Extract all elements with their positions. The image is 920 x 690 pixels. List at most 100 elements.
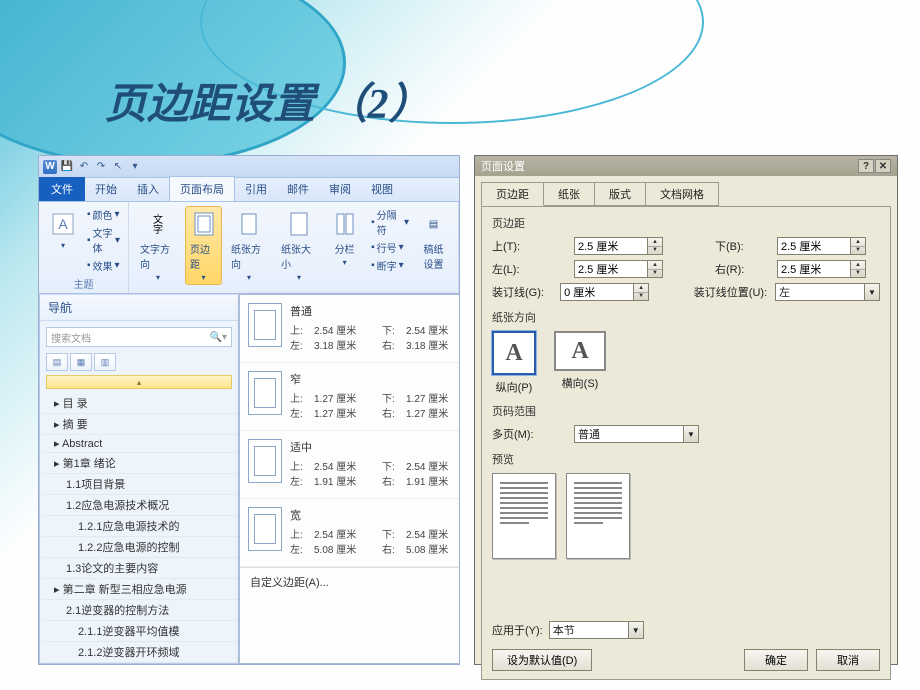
input-gutter[interactable]: ▲▼ — [560, 283, 649, 301]
nav-item[interactable]: 1.1项目背景 — [42, 474, 238, 495]
input-right[interactable]: ▲▼ — [777, 260, 866, 278]
combo-gutter-pos[interactable]: 左▼ — [775, 283, 880, 301]
orientation-button[interactable]: 纸张方向▾ — [226, 206, 272, 285]
nav-item[interactable]: 1.3论文的主要内容 — [42, 558, 238, 579]
svg-text:A: A — [58, 216, 68, 232]
nav-item[interactable]: ▸ 第二章 新型三相应急电源 — [42, 579, 238, 600]
save-icon[interactable]: 💾 — [60, 160, 74, 174]
orientation-icon — [234, 209, 264, 239]
section-margins-label: 页边距 — [492, 215, 880, 231]
section-preview-label: 预览 — [492, 451, 880, 467]
page-settings-button[interactable]: ▤稿纸 设置 — [415, 206, 452, 274]
nav-item[interactable]: ▸ 目 录 — [42, 393, 238, 414]
size-button[interactable]: 纸张大小▾ — [276, 206, 322, 285]
dlgtab-layout[interactable]: 版式 — [594, 182, 646, 206]
margin-thumb-icon — [248, 371, 282, 415]
themes-button[interactable]: A ▾ — [45, 206, 81, 253]
preview-page-1 — [492, 473, 556, 559]
redo-icon[interactable]: ↷ — [94, 160, 108, 174]
orientation-portrait[interactable]: A纵向(P) — [492, 331, 536, 395]
label-gutter-pos: 装订线位置(U): — [694, 284, 769, 300]
theme-fonts[interactable]: ▪ 文字体 ▾ — [85, 224, 122, 256]
word-window: W 💾 ↶ ↷ ↖ ▾ 文件 开始 插入 页面布局 引用 邮件 审阅 视图 A … — [38, 155, 460, 665]
tab-insert[interactable]: 插入 — [127, 177, 169, 201]
dlgtab-grid[interactable]: 文档网格 — [645, 182, 719, 206]
tab-page-layout[interactable]: 页面布局 — [169, 176, 235, 201]
nav-item[interactable]: ▸ 摘 要 — [42, 414, 238, 435]
dlgtab-paper[interactable]: 纸张 — [543, 182, 595, 206]
nav-item[interactable]: 1.2.2应急电源的控制 — [42, 537, 238, 558]
tab-file[interactable]: 文件 — [39, 177, 85, 201]
navigation-pane: 导航 搜索文档🔍▾ ▤▦▥ ▴ ▸ 目 录▸ 摘 要▸ Abstract▸ 第1… — [39, 294, 239, 664]
nav-item[interactable]: 2.1.2逆变器开环频域 — [42, 642, 238, 663]
text-direction-button[interactable]: 文字文字方向▾ — [135, 206, 181, 285]
columns-icon — [330, 209, 360, 239]
nav-view-switch[interactable]: ▤▦▥ — [46, 353, 232, 371]
group-theme-label: 主题 — [45, 274, 122, 291]
label-right: 右(R): — [715, 261, 771, 277]
custom-margins[interactable]: 自定义边距(A)... — [240, 567, 460, 596]
theme-colors[interactable]: ▪ 颜色 ▾ — [85, 206, 122, 223]
nav-tree: ▸ 目 录▸ 摘 要▸ Abstract▸ 第1章 绪论1.1项目背景1.2应急… — [42, 393, 238, 663]
label-left: 左(L): — [492, 261, 568, 277]
nav-item[interactable]: 1.2.1应急电源技术的 — [42, 516, 238, 537]
line-numbers-button[interactable]: ▪ 行号 ▾ — [369, 239, 411, 256]
undo-icon[interactable]: ↶ — [77, 160, 91, 174]
nav-search-input[interactable]: 搜索文档🔍▾ — [46, 327, 232, 347]
view-pages-icon[interactable]: ▦ — [70, 353, 92, 371]
nav-item[interactable]: ▸ Abstract — [42, 435, 238, 453]
breaks-button[interactable]: ▪ 分隔符 ▾ — [369, 206, 411, 238]
label-bottom: 下(B): — [715, 238, 771, 254]
help-button[interactable]: ? — [858, 159, 874, 173]
label-gutter: 装订线(G): — [492, 284, 554, 300]
ribbon: A ▾ ▪ 颜色 ▾ ▪ 文字体 ▾ ▪ 效果 ▾ 主题 文字文字方向▾ 页边距… — [39, 202, 459, 294]
nav-title: 导航 — [40, 295, 238, 321]
input-bottom[interactable]: ▲▼ — [777, 237, 866, 255]
page-settings-icon: ▤ — [419, 209, 449, 239]
cancel-button[interactable]: 取消 — [816, 649, 880, 671]
columns-button[interactable]: 分栏▾ — [326, 206, 363, 270]
input-top[interactable]: ▲▼ — [574, 237, 663, 255]
qat-more-icon[interactable]: ▾ — [128, 160, 142, 174]
nav-collapse-bar[interactable]: ▴ — [46, 375, 232, 389]
text-direction-icon: 文字 — [143, 209, 173, 239]
preview-page-2 — [566, 473, 630, 559]
close-button[interactable]: ✕ — [875, 159, 891, 173]
nav-item[interactable]: 2.1.1逆变器平均值模 — [42, 621, 238, 642]
nav-item[interactable]: 1.2应急电源技术概况 — [42, 495, 238, 516]
view-results-icon[interactable]: ▥ — [94, 353, 116, 371]
nav-item[interactable]: 2.1逆变器的控制方法 — [42, 600, 238, 621]
tab-view[interactable]: 视图 — [361, 177, 403, 201]
ribbon-tabs: 文件 开始 插入 页面布局 引用 邮件 审阅 视图 — [39, 178, 459, 202]
margins-dropdown: 普通上:2.54 厘米下:2.54 厘米左:3.18 厘米右:3.18 厘米窄上… — [239, 294, 460, 664]
view-headings-icon[interactable]: ▤ — [46, 353, 68, 371]
margins-button[interactable]: 页边距▾ — [185, 206, 222, 285]
page-setup-dialog: 页面设置 ?✕ 页边距 纸张 版式 文档网格 页边距 上(T): ▲▼ 下(B)… — [474, 155, 898, 665]
tab-home[interactable]: 开始 — [85, 177, 127, 201]
tab-references[interactable]: 引用 — [235, 177, 277, 201]
word-icon: W — [43, 160, 57, 174]
quick-access-toolbar: W 💾 ↶ ↷ ↖ ▾ — [39, 156, 459, 178]
margin-thumb-icon — [248, 507, 282, 551]
set-default-button[interactable]: 设为默认值(D) — [492, 649, 592, 671]
dlgtab-margins[interactable]: 页边距 — [481, 182, 544, 206]
slide-title: 页边距设置 （2） — [105, 70, 431, 131]
combo-multipage[interactable]: 普通▼ — [574, 425, 699, 443]
margin-preset[interactable]: 宽上:2.54 厘米下:2.54 厘米左:5.08 厘米右:5.08 厘米 — [240, 499, 460, 567]
theme-effects[interactable]: ▪ 效果 ▾ — [85, 257, 122, 274]
label-apply-to: 应用于(Y): — [492, 622, 543, 638]
tab-review[interactable]: 审阅 — [319, 177, 361, 201]
hyphenation-button[interactable]: ▪ 断字 ▾ — [369, 257, 411, 274]
ok-button[interactable]: 确定 — [744, 649, 808, 671]
nav-item[interactable]: ▸ 第1章 绪论 — [42, 453, 238, 474]
margin-preset[interactable]: 普通上:2.54 厘米下:2.54 厘米左:3.18 厘米右:3.18 厘米 — [240, 295, 460, 363]
margin-preset[interactable]: 适中上:2.54 厘米下:2.54 厘米左:1.91 厘米右:1.91 厘米 — [240, 431, 460, 499]
combo-apply-to[interactable]: 本节▼ — [549, 621, 644, 639]
preview-area — [492, 473, 880, 559]
input-left[interactable]: ▲▼ — [574, 260, 663, 278]
margins-icon — [189, 209, 219, 239]
orientation-landscape[interactable]: A横向(S) — [554, 331, 606, 395]
margin-preset[interactable]: 窄上:1.27 厘米下:1.27 厘米左:1.27 厘米右:1.27 厘米 — [240, 363, 460, 431]
tab-mail[interactable]: 邮件 — [277, 177, 319, 201]
pointer-icon[interactable]: ↖ — [111, 160, 125, 174]
